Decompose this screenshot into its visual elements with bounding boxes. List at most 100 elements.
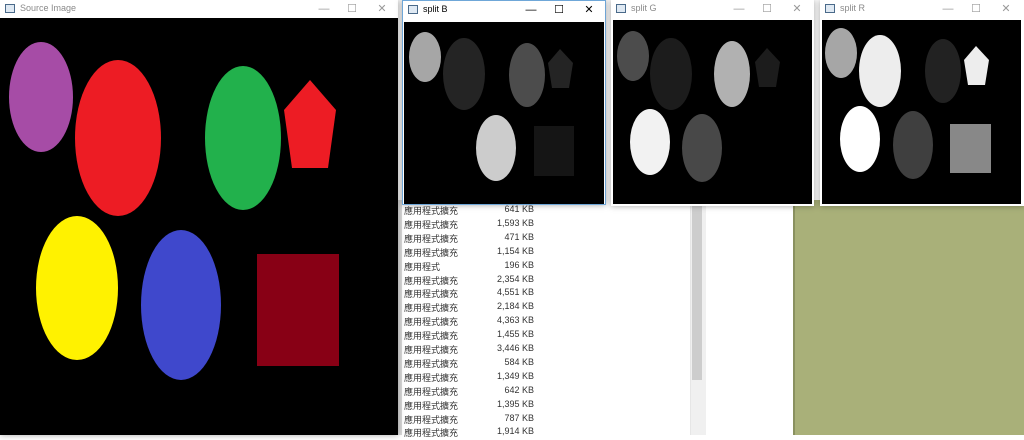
red-ellipse xyxy=(75,60,161,216)
file-type-label: 應用程式擴充 xyxy=(404,345,459,355)
file-list-row[interactable]: 應用程式擴充 584 KB xyxy=(404,357,664,371)
desktop-background xyxy=(705,200,793,435)
shape-ellipse xyxy=(825,28,857,78)
split-r-window[interactable]: split R — ☐ ✕ xyxy=(820,0,1024,206)
file-type-label: 應用程式擴充 xyxy=(404,247,459,258)
minimize-button[interactable]: — xyxy=(517,1,545,19)
file-list-row[interactable]: 應用程式擴充 641 KB xyxy=(404,204,664,218)
split-b-image xyxy=(409,32,574,181)
file-type-label: 應用程式擴充 xyxy=(404,331,459,342)
file-type-label: 應用程式擴充 xyxy=(404,219,459,230)
close-button[interactable]: ✕ xyxy=(783,0,811,18)
window-app-icon xyxy=(408,5,418,14)
minimize-button[interactable]: — xyxy=(725,0,753,18)
file-list-row[interactable]: 應用程式擴充 2,184 KB xyxy=(404,301,664,315)
window-title: Source Image xyxy=(20,3,77,13)
shape-rectangle xyxy=(950,124,991,173)
file-size-label: 2,354 KB xyxy=(496,273,534,284)
file-size-label: 1,593 KB xyxy=(496,217,534,228)
file-list-row[interactable]: 應用程式擴充 471 KB xyxy=(404,232,664,246)
file-list-row[interactable]: 應用程式擴充 3,446 KB xyxy=(404,343,664,357)
file-size-label: 642 KB xyxy=(504,384,534,395)
shape-ellipse xyxy=(509,43,545,107)
file-type-label: 應用程式擴充 xyxy=(404,414,459,425)
file-list-row[interactable]: 應用程式擴充 642 KB xyxy=(404,385,664,399)
shape-rectangle xyxy=(534,126,574,176)
file-size-label: 3,446 KB xyxy=(496,343,534,353)
file-type-label: 應用程式擴充 xyxy=(404,275,459,286)
minimize-button[interactable]: — xyxy=(934,0,962,18)
source-titlebar[interactable]: Source Image — ☐ ✕ xyxy=(0,0,398,18)
shape-ellipse xyxy=(409,32,441,82)
file-type-label: 應用程式擴充 xyxy=(404,206,459,216)
split-b-window[interactable]: split B — ☐ ✕ xyxy=(402,0,606,205)
split-r-titlebar[interactable]: split R — ☐ ✕ xyxy=(820,0,1024,18)
file-size-label: 2,184 KB xyxy=(496,301,534,312)
file-size-label: 1,455 KB xyxy=(496,329,534,340)
split-b-canvas xyxy=(404,22,604,204)
split-g-canvas xyxy=(613,20,812,204)
file-type-label: 應用程式擴充 xyxy=(404,317,459,328)
close-button[interactable]: ✕ xyxy=(992,0,1020,18)
shape-ellipse xyxy=(682,114,722,182)
file-size-label: 1,154 KB xyxy=(496,245,534,256)
file-list-row[interactable]: 應用程式擴充 1,154 KB xyxy=(404,246,664,260)
dark-red-rectangle xyxy=(257,254,339,366)
source-image-window[interactable]: Source Image — ☐ ✕ xyxy=(0,0,398,435)
maximize-button[interactable]: ☐ xyxy=(338,0,366,18)
shape-pentagon xyxy=(755,48,780,87)
shape-ellipse xyxy=(925,39,961,103)
desktop-wallpaper xyxy=(793,200,1024,435)
window-title: split R xyxy=(840,3,866,13)
green-ellipse xyxy=(205,66,281,210)
file-list-row[interactable]: 應用程式擴充 1,395 KB xyxy=(404,399,664,413)
file-list-row[interactable]: 應用程式 196 KB xyxy=(404,260,664,274)
shape-ellipse xyxy=(893,111,933,179)
maximize-button[interactable]: ☐ xyxy=(962,0,990,18)
file-type-label: 應用程式擴充 xyxy=(404,428,459,439)
shape-pentagon xyxy=(548,49,573,88)
split-g-titlebar[interactable]: split G — ☐ ✕ xyxy=(611,0,814,18)
file-size-label: 641 KB xyxy=(504,204,534,214)
explorer-divider xyxy=(398,200,402,435)
minimize-button[interactable]: — xyxy=(310,0,338,18)
file-list-row[interactable]: 應用程式擴充 1,349 KB xyxy=(404,371,664,385)
shape-ellipse xyxy=(650,38,692,110)
split-g-window[interactable]: split G — ☐ ✕ xyxy=(611,0,814,206)
file-list-row[interactable]: 應用程式擴充 2,354 KB xyxy=(404,274,664,288)
scrollbar-thumb[interactable] xyxy=(692,200,702,380)
file-list-row[interactable]: 應用程式擴充 787 KB xyxy=(404,413,664,427)
file-list-row[interactable]: 應用程式擴充 4,363 KB xyxy=(404,315,664,329)
file-list-row[interactable]: 應用程式擴充 1,914 KB xyxy=(404,426,664,440)
window-app-icon xyxy=(616,4,626,13)
window-app-icon xyxy=(825,4,835,13)
purple-ellipse xyxy=(9,42,73,152)
close-button[interactable]: ✕ xyxy=(368,0,396,18)
shape-ellipse xyxy=(443,38,485,110)
file-type-label: 應用程式擴充 xyxy=(404,289,459,300)
file-size-label: 4,551 KB xyxy=(496,287,534,298)
split-b-titlebar[interactable]: split B — ☐ ✕ xyxy=(403,1,605,19)
file-size-label: 1,349 KB xyxy=(496,370,534,381)
file-type-label: 應用程式擴充 xyxy=(404,233,459,244)
file-list-row[interactable]: 應用程式擴充 4,551 KB xyxy=(404,287,664,301)
shape-pentagon xyxy=(964,46,989,85)
maximize-button[interactable]: ☐ xyxy=(753,0,781,18)
file-type-label: 應用程式擴充 xyxy=(404,386,459,397)
file-type-label: 應用程式 xyxy=(404,261,441,272)
yellow-ellipse xyxy=(36,216,118,360)
shape-ellipse xyxy=(630,109,670,175)
maximize-button[interactable]: ☐ xyxy=(545,1,573,19)
file-type-label: 應用程式擴充 xyxy=(404,372,459,383)
file-list-row[interactable]: 應用程式擴充 1,593 KB xyxy=(404,218,664,232)
file-list-row[interactable]: 應用程式擴充 1,455 KB xyxy=(404,329,664,343)
shape-ellipse xyxy=(617,31,649,81)
shape-ellipse xyxy=(714,41,750,107)
file-size-label: 787 KB xyxy=(504,412,534,423)
file-size-label: 471 KB xyxy=(504,231,534,242)
file-size-label: 1,395 KB xyxy=(496,398,534,409)
split-g-image xyxy=(617,31,780,182)
red-pentagon xyxy=(284,80,336,168)
file-size-label: 196 KB xyxy=(504,259,534,270)
close-button[interactable]: ✕ xyxy=(575,1,603,19)
